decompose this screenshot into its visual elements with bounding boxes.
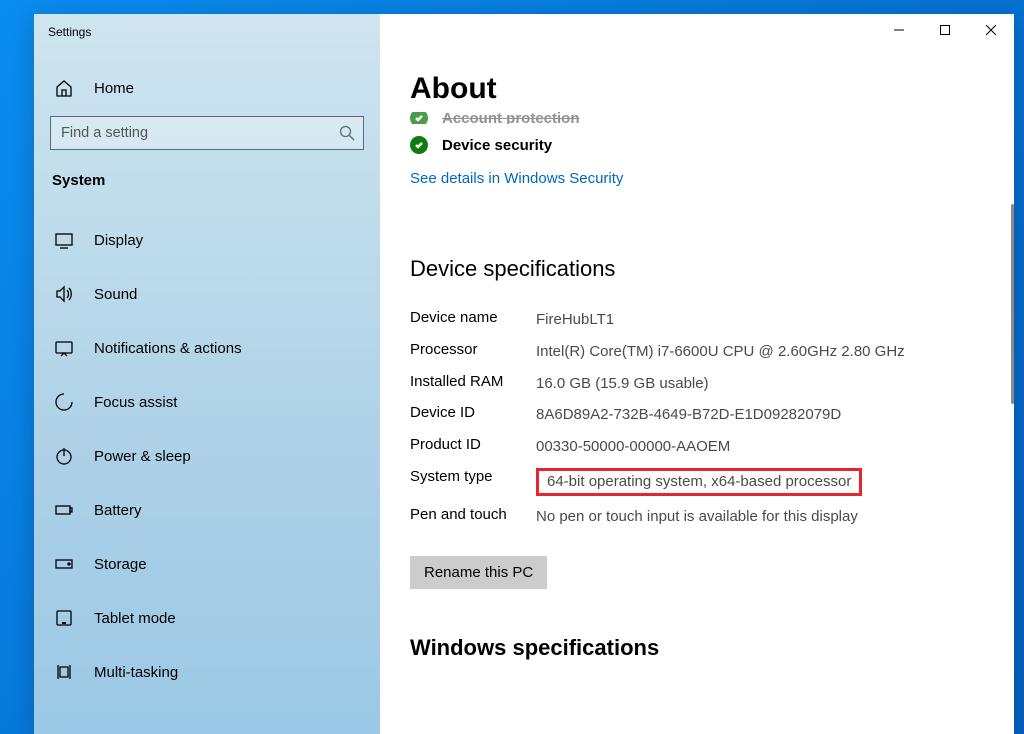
sound-icon bbox=[54, 284, 74, 304]
windows-security-link[interactable]: See details in Windows Security bbox=[410, 170, 623, 187]
sec-device-label: Device security bbox=[442, 137, 552, 154]
section-label: System bbox=[34, 168, 380, 213]
tablet-icon bbox=[54, 608, 74, 628]
spec-value: 00330-50000-00000-AAOEM bbox=[536, 436, 730, 458]
spec-value: 8A6D89A2-732B-4649-B72D-E1D09282079D bbox=[536, 404, 841, 426]
spec-row-system-type: System type 64-bit operating system, x64… bbox=[410, 463, 978, 501]
nav-display[interactable]: Display bbox=[34, 213, 380, 267]
spec-row-processor: Processor Intel(R) Core(TM) i7-6600U CPU… bbox=[410, 336, 978, 368]
spec-value: FireHubLT1 bbox=[536, 309, 614, 331]
spec-row-pen-touch: Pen and touch No pen or touch input is a… bbox=[410, 501, 978, 533]
spec-label: System type bbox=[410, 468, 536, 496]
home-icon bbox=[54, 78, 74, 98]
main-content: About Account protection Device security… bbox=[380, 14, 1014, 734]
multitasking-icon bbox=[54, 662, 74, 682]
nav-battery[interactable]: Battery bbox=[34, 483, 380, 537]
spec-value: No pen or touch input is available for t… bbox=[536, 506, 858, 528]
focus-assist-icon bbox=[54, 392, 74, 412]
nav-label: Sound bbox=[94, 286, 137, 303]
search-icon bbox=[339, 125, 355, 141]
nav-power-sleep[interactable]: Power & sleep bbox=[34, 429, 380, 483]
spec-label: Product ID bbox=[410, 436, 536, 458]
notifications-icon bbox=[54, 338, 74, 358]
spec-label: Device name bbox=[410, 309, 536, 331]
spec-label: Processor bbox=[410, 341, 536, 363]
windows-spec-header: Windows specifications bbox=[410, 635, 978, 661]
titlebar: Settings bbox=[34, 14, 1014, 50]
battery-icon bbox=[54, 500, 74, 520]
spec-row-device-id: Device ID 8A6D89A2-732B-4649-B72D-E1D092… bbox=[410, 399, 978, 431]
check-icon bbox=[410, 112, 428, 124]
storage-icon bbox=[54, 554, 74, 574]
spec-row-ram: Installed RAM 16.0 GB (15.9 GB usable) bbox=[410, 368, 978, 400]
nav-label: Focus assist bbox=[94, 394, 177, 411]
security-row-partial: Account protection bbox=[410, 112, 978, 124]
settings-window: Settings Home System bbox=[34, 14, 1014, 734]
close-button[interactable] bbox=[968, 14, 1014, 46]
nav-label: Storage bbox=[94, 556, 147, 573]
security-device-row: Device security bbox=[410, 130, 978, 160]
spec-label: Installed RAM bbox=[410, 373, 536, 395]
window-title: Settings bbox=[34, 25, 91, 39]
power-icon bbox=[54, 446, 74, 466]
nav-multitasking[interactable]: Multi-tasking bbox=[34, 645, 380, 699]
search-box[interactable] bbox=[50, 116, 364, 150]
nav-label: Display bbox=[94, 232, 143, 249]
nav-label: Tablet mode bbox=[94, 610, 176, 627]
spec-label: Pen and touch bbox=[410, 506, 536, 528]
nav-tablet-mode[interactable]: Tablet mode bbox=[34, 591, 380, 645]
search-input[interactable] bbox=[61, 125, 339, 141]
spec-value: 16.0 GB (15.9 GB usable) bbox=[536, 373, 709, 395]
nav-sound[interactable]: Sound bbox=[34, 267, 380, 321]
display-icon bbox=[54, 230, 74, 250]
device-spec-header: Device specifications bbox=[410, 256, 978, 282]
sidebar: Home System Display Sound Notifications … bbox=[34, 14, 380, 734]
maximize-button[interactable] bbox=[922, 14, 968, 46]
spec-label: Device ID bbox=[410, 404, 536, 426]
nav-storage[interactable]: Storage bbox=[34, 537, 380, 591]
rename-pc-button[interactable]: Rename this PC bbox=[410, 556, 547, 589]
nav-notifications[interactable]: Notifications & actions bbox=[34, 321, 380, 375]
spec-row-product-id: Product ID 00330-50000-00000-AAOEM bbox=[410, 431, 978, 463]
spec-row-device-name: Device name FireHubLT1 bbox=[410, 304, 978, 336]
home-button[interactable]: Home bbox=[34, 68, 380, 116]
check-icon bbox=[410, 136, 428, 154]
nav-label: Multi-tasking bbox=[94, 664, 178, 681]
nav-label: Power & sleep bbox=[94, 448, 191, 465]
spec-table: Device name FireHubLT1 Processor Intel(R… bbox=[410, 304, 978, 532]
sec-partial-label: Account protection bbox=[442, 112, 580, 124]
home-label: Home bbox=[94, 80, 134, 97]
nav-label: Battery bbox=[94, 502, 142, 519]
spec-value-highlighted: 64-bit operating system, x64-based proce… bbox=[536, 468, 862, 496]
nav-label: Notifications & actions bbox=[94, 340, 242, 357]
minimize-button[interactable] bbox=[876, 14, 922, 46]
nav-list: Display Sound Notifications & actions Fo… bbox=[34, 213, 380, 699]
scrollbar-thumb[interactable] bbox=[1011, 204, 1014, 404]
nav-focus-assist[interactable]: Focus assist bbox=[34, 375, 380, 429]
page-title: About bbox=[410, 72, 978, 106]
spec-value: Intel(R) Core(TM) i7-6600U CPU @ 2.60GHz… bbox=[536, 341, 905, 363]
